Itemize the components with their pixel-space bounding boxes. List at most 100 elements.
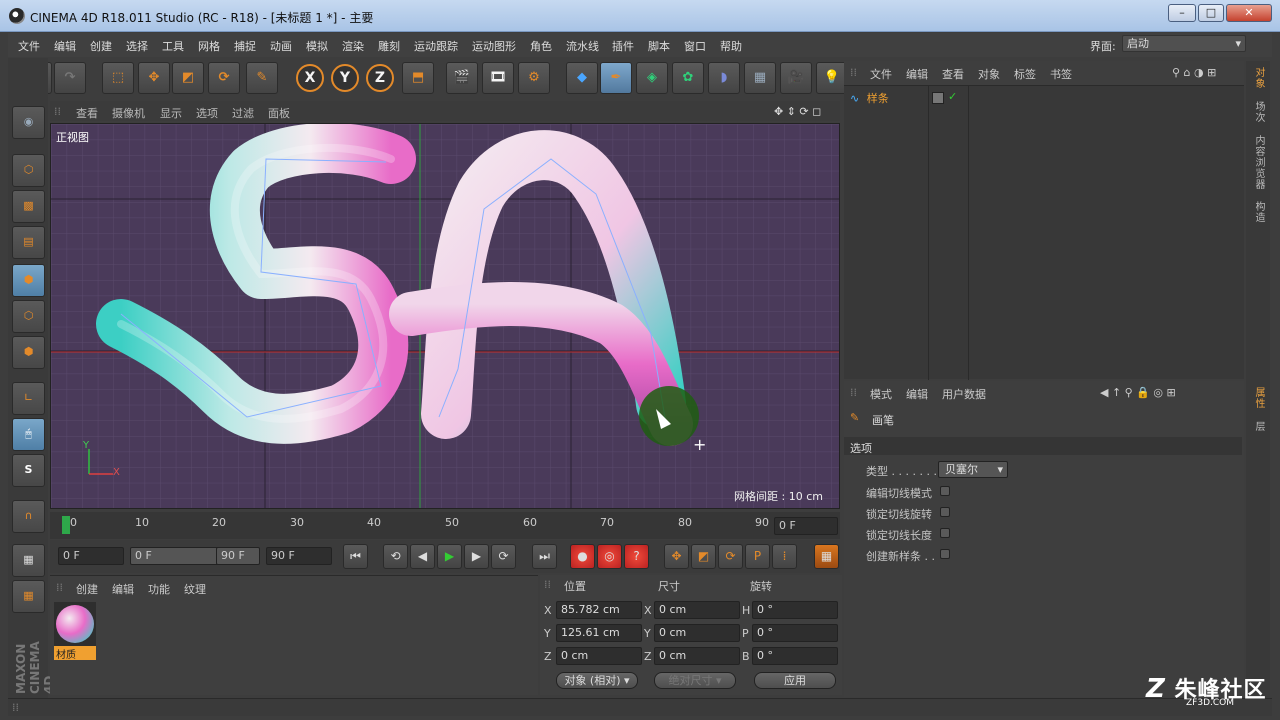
preview-range-start-field[interactable]: 0 F <box>130 547 220 565</box>
attribute-menu-mode[interactable]: 模式 <box>870 386 892 402</box>
drag-handle-icon[interactable]: ⁞⁞ <box>850 386 857 399</box>
drag-handle-icon[interactable]: ⁞⁞ <box>850 66 857 79</box>
menu-item-sculpt[interactable]: 雕刻 <box>378 38 400 54</box>
menu-item-pipeline[interactable]: 流水线 <box>566 38 599 54</box>
go-to-start-button[interactable]: ⏮ <box>343 544 368 569</box>
lock-tangent-rotation-checkbox[interactable] <box>940 507 950 517</box>
drag-handle-icon[interactable]: ⁞⁞ <box>544 578 551 591</box>
workplane-mode-icon[interactable]: ▤ <box>12 226 45 259</box>
record-active-objects-button[interactable]: ● <box>570 544 595 569</box>
menu-item-help[interactable]: 帮助 <box>720 38 742 54</box>
snapping-icon[interactable]: S <box>12 454 45 487</box>
planar-workplane-icon[interactable]: ▦ <box>12 580 45 613</box>
cube-primitive-icon[interactable]: ◆ <box>566 62 598 94</box>
material-swatch[interactable]: 材质 <box>54 602 96 662</box>
drag-handle-icon[interactable]: ⁞⁞ <box>56 581 63 594</box>
timeline-ruler[interactable]: 0 10 20 30 40 50 60 70 80 90 0 F <box>50 512 840 539</box>
object-menu-tags[interactable]: 标签 <box>1014 66 1036 82</box>
maximize-button[interactable]: □ <box>1198 4 1224 22</box>
play-button[interactable]: ▶ <box>437 544 462 569</box>
object-menu-objects[interactable]: 对象 <box>978 66 1000 82</box>
model-mode-icon[interactable]: ⬡ <box>12 154 45 187</box>
size-x-field[interactable]: 0 cm <box>654 601 740 619</box>
tab-takes[interactable]: 场次 <box>1250 101 1266 123</box>
visibility-toggle-icon[interactable] <box>932 92 944 104</box>
viewport-menu-display[interactable]: 显示 <box>160 105 182 121</box>
menu-item-tools[interactable]: 工具 <box>162 38 184 54</box>
autokeying-button[interactable]: ◎ <box>597 544 622 569</box>
record-position-icon[interactable]: ✥ <box>664 544 689 569</box>
attribute-menu-user-data[interactable]: 用户数据 <box>942 386 986 402</box>
record-parameter-icon[interactable]: P <box>745 544 770 569</box>
points-mode-icon[interactable]: ⬢ <box>12 264 45 297</box>
locked-workplane-icon[interactable]: ▦ <box>12 544 45 577</box>
position-z-field[interactable]: 0 cm <box>556 647 642 665</box>
menu-item-select[interactable]: 选择 <box>126 38 148 54</box>
create-new-spline-checkbox[interactable] <box>940 549 950 559</box>
pen-spline-icon[interactable]: ✒ <box>600 62 632 94</box>
rotation-p-field[interactable]: 0 ° <box>752 624 838 642</box>
viewport-menu-panel[interactable]: 面板 <box>268 105 290 121</box>
prev-frame-button[interactable]: ◀ <box>410 544 435 569</box>
tab-objects[interactable]: 对象 <box>1250 67 1266 89</box>
menu-item-character[interactable]: 角色 <box>530 38 552 54</box>
position-x-field[interactable]: 85.782 cm <box>556 601 642 619</box>
size-z-field[interactable]: 0 cm <box>654 647 740 665</box>
enabled-check-icon[interactable]: ✓ <box>948 90 957 103</box>
camera-icon[interactable]: 🎥 <box>780 62 812 94</box>
timeline-window-icon[interactable]: ▦ <box>814 544 839 569</box>
object-menu-view[interactable]: 查看 <box>942 66 964 82</box>
render-view-icon[interactable]: 🎬 <box>446 62 478 94</box>
apply-button[interactable]: 应用 <box>754 672 836 689</box>
scale-tool-icon[interactable]: ◩ <box>172 62 204 94</box>
polygons-mode-icon[interactable]: ⬢ <box>12 336 45 369</box>
keyframe-selection-button[interactable]: ? <box>624 544 649 569</box>
material-menu-function[interactable]: 功能 <box>148 581 170 597</box>
object-menu-file[interactable]: 文件 <box>870 66 892 82</box>
object-menu-edit[interactable]: 编辑 <box>906 66 928 82</box>
menu-item-window[interactable]: 窗口 <box>684 38 706 54</box>
material-menu-create[interactable]: 创建 <box>76 581 98 597</box>
lock-tangent-length-checkbox[interactable] <box>940 528 950 538</box>
material-menu-edit[interactable]: 编辑 <box>112 581 134 597</box>
menu-item-render[interactable]: 渲染 <box>342 38 364 54</box>
next-frame-button[interactable]: ▶ <box>464 544 489 569</box>
tab-content-browser[interactable]: 内容浏览器 <box>1250 135 1266 190</box>
spline-type-dropdown[interactable]: 贝塞尔 ▾ <box>938 461 1008 478</box>
object-manager-tool-icons[interactable]: ⚲ ⌂ ◑ ⊞ <box>1172 66 1216 79</box>
size-y-field[interactable]: 0 cm <box>654 624 740 642</box>
viewport-navigation-icons[interactable]: ✥ ⇕ ⟳ ◻ <box>774 105 821 118</box>
rotate-tool-icon[interactable]: ⟳ <box>208 62 240 94</box>
edges-mode-icon[interactable]: ⬡ <box>12 300 45 333</box>
make-editable-icon[interactable]: ◉ <box>12 106 45 139</box>
menu-item-file[interactable]: 文件 <box>18 38 40 54</box>
record-point-level-icon[interactable]: ⁞ <box>772 544 797 569</box>
menu-item-script[interactable]: 脚本 <box>648 38 670 54</box>
position-y-field[interactable]: 125.61 cm <box>556 624 642 642</box>
menu-item-edit[interactable]: 编辑 <box>54 38 76 54</box>
menu-item-mesh[interactable]: 网格 <box>198 38 220 54</box>
menu-item-motion-tracking[interactable]: 运动跟踪 <box>414 38 458 54</box>
axis-mode-icon[interactable]: ∟ <box>12 382 45 415</box>
floor-icon[interactable]: ▦ <box>744 62 776 94</box>
render-settings-icon[interactable]: ⚙ <box>518 62 550 94</box>
rotation-b-field[interactable]: 0 ° <box>752 647 838 665</box>
object-menu-bookmarks[interactable]: 书签 <box>1050 66 1072 82</box>
brush-tool-icon[interactable]: ✎ <box>246 62 278 94</box>
object-list[interactable]: ∿ 样条 ✓ <box>844 85 1244 380</box>
close-button[interactable]: ✕ <box>1226 4 1272 22</box>
menu-item-mograph[interactable]: 运动图形 <box>472 38 516 54</box>
tab-layers[interactable]: 层 <box>1250 421 1266 432</box>
rotation-h-field[interactable]: 0 ° <box>752 601 838 619</box>
attribute-nav-icons[interactable]: ◀ ↑ ⚲ 🔒 ◎ ⊞ <box>1100 386 1176 399</box>
subdivision-surface-icon[interactable]: ◈ <box>636 62 668 94</box>
edit-tangent-mode-checkbox[interactable] <box>940 486 950 496</box>
menu-item-simulate[interactable]: 模拟 <box>306 38 328 54</box>
tab-attributes[interactable]: 属性 <box>1250 387 1266 409</box>
size-mode-dropdown[interactable]: 绝对尺寸 ▾ <box>654 672 736 689</box>
y-axis-button[interactable]: Y <box>331 64 359 92</box>
object-row-spline[interactable]: ∿ 样条 <box>850 90 889 106</box>
menu-item-animate[interactable]: 动画 <box>270 38 292 54</box>
minimize-button[interactable]: – <box>1168 4 1196 22</box>
tab-structure[interactable]: 构造 <box>1250 201 1266 223</box>
